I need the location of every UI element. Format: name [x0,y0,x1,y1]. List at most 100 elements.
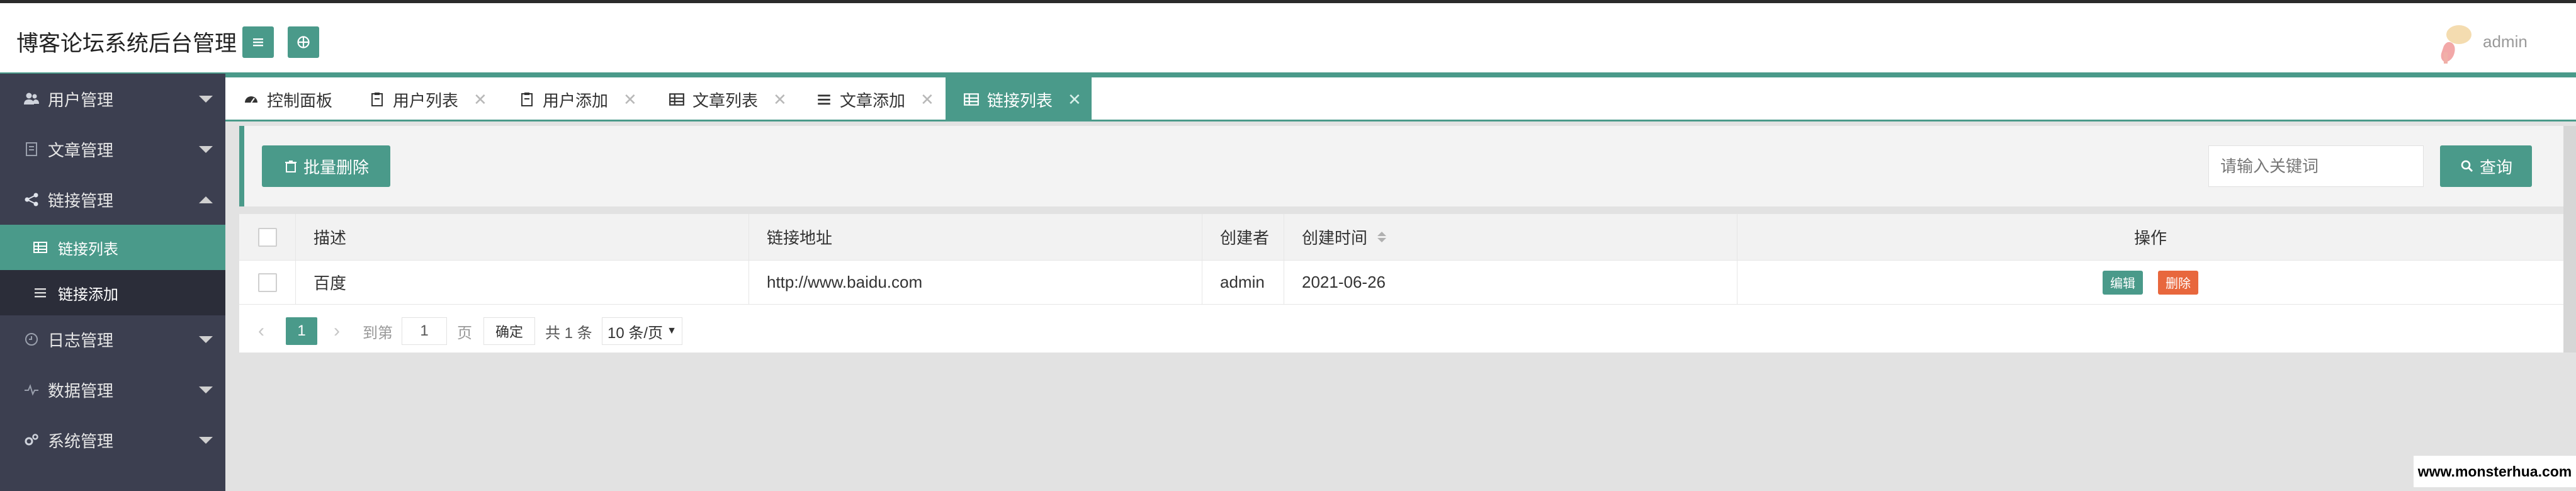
share-icon [23,191,40,208]
close-icon[interactable]: ✕ [1068,90,1082,110]
scrollbar[interactable] [2563,126,2576,353]
site-title: 博客论坛系统后台管理 [16,31,237,56]
page-number-current[interactable]: 1 [286,317,317,345]
tab-user-add[interactable]: 用户添加 ✕ [519,77,637,121]
sidebar: 用户管理 文章管理 链接管理 链接列表 链接添加 日志管理 数据管理 系统管理 [0,74,225,491]
close-icon[interactable]: ✕ [773,90,787,110]
close-icon[interactable]: ✕ [920,90,934,110]
sidebar-subitem-link-list[interactable]: 链接列表 [0,225,225,270]
sidebar-item-log-management[interactable]: 日志管理 [0,314,225,364]
goto-confirm-button[interactable]: 确定 [483,317,535,345]
tab-user-list[interactable]: 用户列表 ✕ [369,77,487,121]
next-page-icon[interactable]: › [334,317,340,345]
tab-label: 控制面板 [267,91,333,110]
header-cell-description: 描述 [296,214,749,260]
header-accent-line [0,72,2576,77]
menu-toggle-button[interactable] [242,26,274,58]
chevron-down-icon [199,145,213,153]
sidebar-item-label: 用户管理 [48,90,114,110]
row-checkbox[interactable] [257,273,277,292]
edit-button[interactable]: 编辑 [2103,270,2143,295]
sort-icon[interactable] [1377,232,1387,242]
table-icon [963,91,980,108]
row-cell-actions: 编辑 删除 [1737,261,2563,304]
site-home-button[interactable] [288,26,319,58]
close-icon[interactable]: ✕ [473,90,487,110]
header-cell-creator: 创建者 [1202,214,1284,260]
sidebar-item-label: 文章管理 [48,140,114,160]
users-icon [23,90,40,108]
table-row: 百度 http://www.baidu.com admin 2021-06-26… [239,261,2563,305]
data-table: 描述 链接地址 创建者 创建时间 操作 百度 http://www.baidu.… [239,214,2563,353]
list-icon [33,285,48,300]
row-cell-url: http://www.baidu.com [749,261,1202,304]
tab-label: 用户列表 [393,91,459,110]
search-button-label: 查询 [2479,157,2512,177]
table-header: 描述 链接地址 创建者 创建时间 操作 [239,214,2563,261]
table-icon [669,91,685,108]
goto-suffix: 页 [457,324,472,342]
sidebar-item-user-management[interactable]: 用户管理 [0,74,225,124]
pagination: ‹ 1 › 到第 1 页 确定 共 1 条 10 条/页 ▼ [239,305,2563,353]
clipboard-icon [369,91,385,108]
tab-article-add[interactable]: 文章添加 ✕ [816,77,934,121]
row-cell-select [239,261,296,304]
gears-icon [23,431,40,449]
chevron-down-icon: ▼ [667,325,677,336]
chevron-down-icon [199,386,213,393]
top-header: 博客论坛系统后台管理 admin [0,0,2576,74]
prev-page-icon[interactable]: ‹ [258,317,264,345]
tab-article-list[interactable]: 文章列表 ✕ [669,77,787,121]
sidebar-item-label: 系统管理 [48,431,114,451]
header-cell-created-time[interactable]: 创建时间 [1284,214,1737,260]
avatar[interactable] [2435,22,2475,66]
batch-delete-label: 批量删除 [303,157,369,177]
page-size-value: 10 条/页 [607,324,664,342]
tab-link-list[interactable]: 链接列表 ✕ [946,77,1092,121]
avatar-image-icon [2441,25,2471,64]
chevron-down-icon [199,336,213,343]
page-size-select[interactable]: 10 条/页 ▼ [602,317,682,345]
goto-page-input[interactable]: 1 [402,317,447,345]
sidebar-subitem-label: 链接添加 [58,286,118,303]
sidebar-item-label: 日志管理 [48,330,114,350]
row-cell-created-time: 2021-06-26 [1284,261,1737,304]
sidebar-item-link-management[interactable]: 链接管理 [0,174,225,225]
chevron-down-icon [199,436,213,444]
tab-label: 用户添加 [543,91,609,110]
table-icon [33,240,48,255]
tab-label: 链接列表 [987,91,1053,110]
sidebar-item-label: 数据管理 [48,381,114,400]
header-cell-actions: 操作 [2133,229,2167,247]
list-icon [816,91,832,108]
delete-button[interactable]: 删除 [2158,270,2198,295]
tab-label: 文章列表 [692,91,759,110]
batch-delete-button[interactable]: 批量删除 [262,145,390,187]
total-count: 共 1 条 [545,324,592,342]
sidebar-subitem-label: 链接列表 [58,240,118,258]
tab-label: 文章添加 [840,91,906,110]
search-button[interactable]: 查询 [2440,145,2532,187]
admin-username[interactable]: admin [2483,32,2528,52]
select-all-checkbox[interactable] [257,227,277,247]
clipboard-icon [519,91,535,108]
goto-prefix: 到第 [363,324,393,342]
document-icon [23,140,40,158]
globe-icon [297,36,310,48]
watermark: www.monsterhua.com [2414,456,2576,487]
tab-dashboard[interactable]: 控制面板 [243,77,332,121]
sidebar-subitem-link-add[interactable]: 链接添加 [0,270,225,315]
header-label: 创建时间 [1302,229,1368,247]
row-cell-description: 百度 [296,261,749,304]
dashboard-icon [243,91,259,108]
hamburger-icon [253,38,263,47]
trash-icon [285,161,297,172]
sidebar-item-article-management[interactable]: 文章管理 [0,124,225,174]
tab-bar: 控制面板 用户列表 ✕ 用户添加 ✕ 文章列表 ✕ 文章添加 ✕ 链接列表 ✕ [225,77,2576,121]
chevron-down-icon [199,95,213,103]
close-icon[interactable]: ✕ [623,90,637,110]
search-input[interactable] [2208,145,2424,187]
header-cell-url: 链接地址 [749,214,1202,260]
sidebar-item-data-management[interactable]: 数据管理 [0,364,225,415]
sidebar-item-system-management[interactable]: 系统管理 [0,415,225,465]
